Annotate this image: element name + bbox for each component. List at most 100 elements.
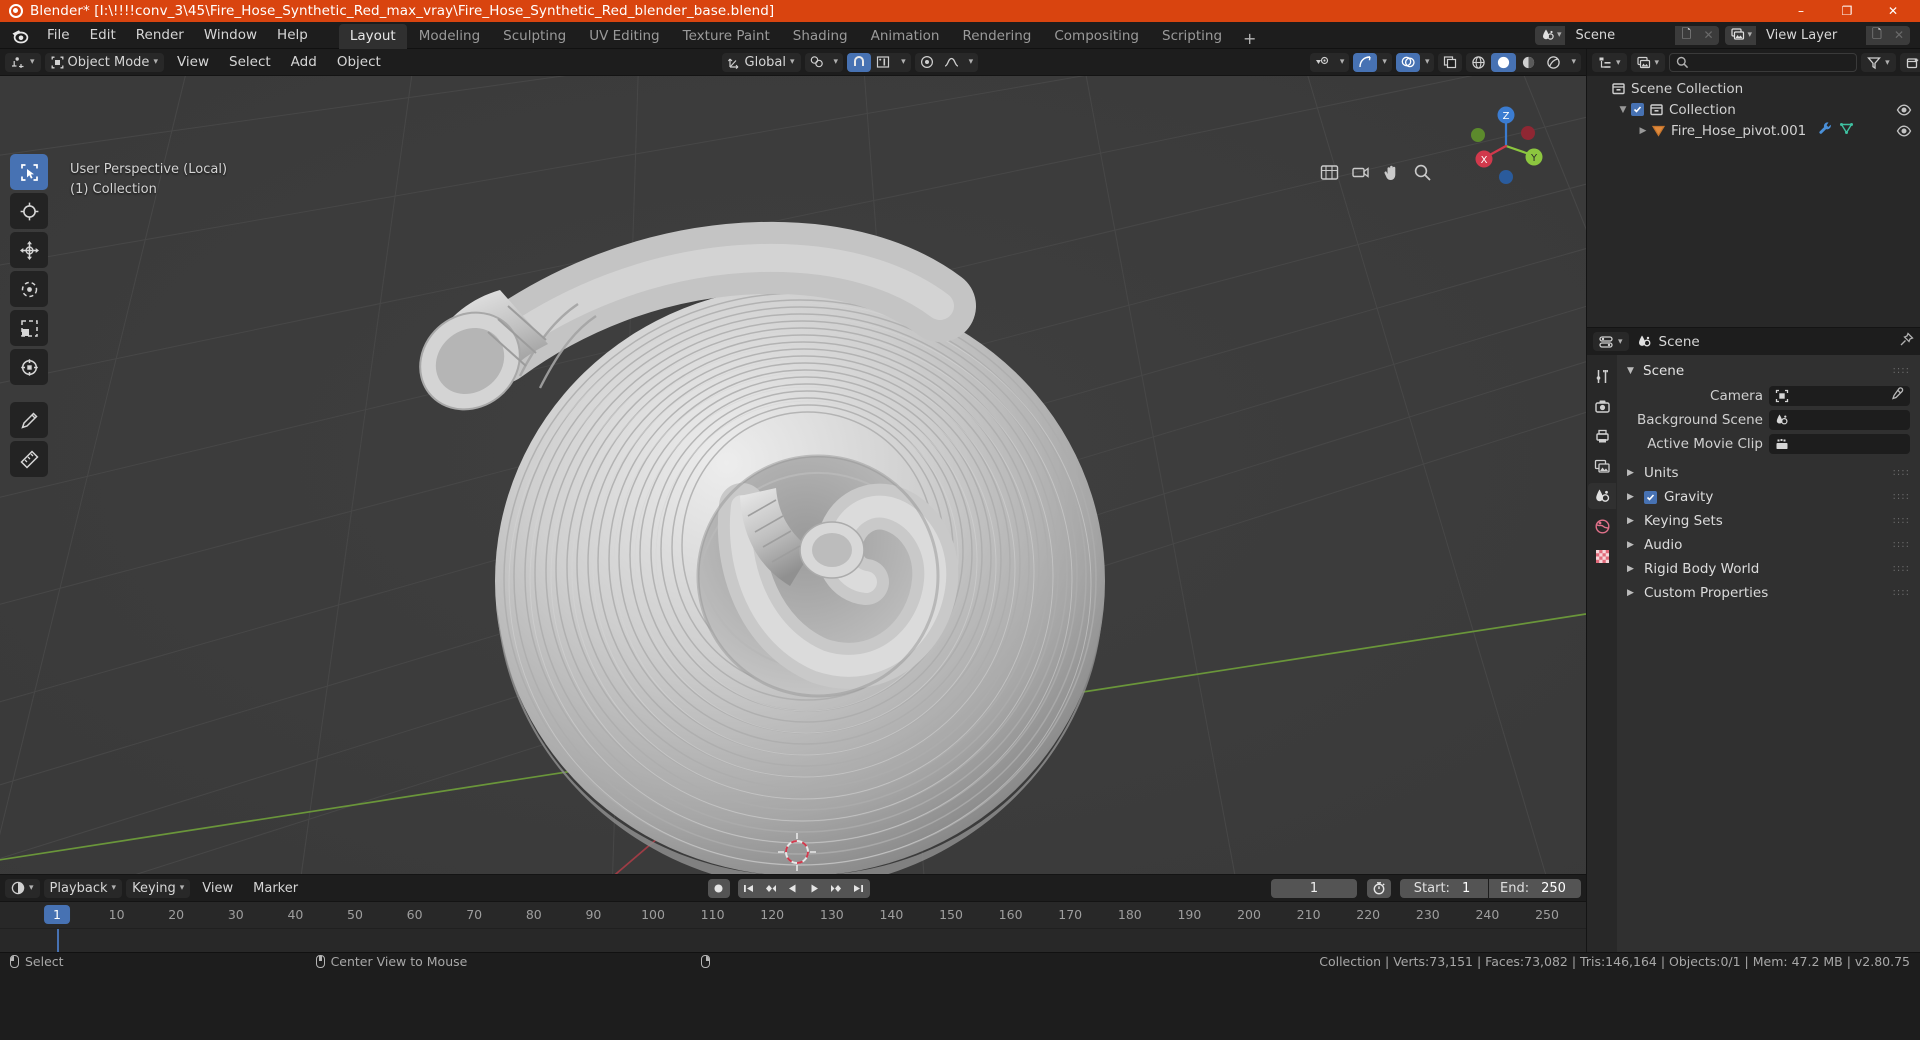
disclosure-triangle-icon[interactable]: ▶ bbox=[1635, 126, 1651, 136]
view-layer-selector[interactable]: ▾ View Layer 🗋 ✕ bbox=[1725, 25, 1910, 45]
pin-id-button[interactable] bbox=[1899, 332, 1914, 351]
tool-select-box[interactable] bbox=[10, 154, 48, 190]
workspace-tab-texture-paint[interactable]: Texture Paint bbox=[672, 24, 781, 49]
tab-tool[interactable] bbox=[1588, 363, 1616, 389]
outliner-exclude-checkbox[interactable] bbox=[1631, 103, 1644, 116]
overlays-icon[interactable] bbox=[1395, 52, 1420, 72]
menu-item-render[interactable]: Render bbox=[127, 24, 193, 46]
current-frame-field[interactable]: 1 bbox=[1271, 878, 1358, 898]
unlink-scene-button[interactable]: ✕ bbox=[1697, 25, 1720, 45]
outliner-row[interactable]: Scene Collection bbox=[1587, 78, 1920, 99]
camera-view-icon[interactable] bbox=[1348, 160, 1372, 184]
minimize-button[interactable]: – bbox=[1778, 0, 1824, 22]
remove-view-layer-button[interactable]: ✕ bbox=[1888, 25, 1910, 45]
chevron-down-icon[interactable]: ▾ bbox=[964, 53, 979, 72]
new-view-layer-button[interactable]: 🗋 bbox=[1866, 25, 1888, 45]
workspace-tab-layout[interactable]: Layout bbox=[338, 23, 407, 49]
timeline-track-area[interactable] bbox=[0, 928, 1586, 952]
timeline-editor-type-selector[interactable]: ▾ bbox=[5, 878, 40, 898]
new-scene-button[interactable]: 🗋 bbox=[1675, 25, 1698, 45]
view-layer-name-field[interactable]: View Layer bbox=[1756, 25, 1866, 45]
new-collection-button[interactable] bbox=[1899, 53, 1920, 72]
chevron-down-icon[interactable]: ▾ bbox=[1377, 53, 1392, 72]
tool-measure[interactable] bbox=[10, 441, 48, 477]
mesh-data-icon[interactable] bbox=[1839, 121, 1854, 140]
menu-item-file[interactable]: File bbox=[38, 24, 79, 46]
outliner-row[interactable]: ▼ Collection bbox=[1587, 99, 1920, 120]
property-section-units[interactable]: ▶ Units:::: bbox=[1617, 461, 1920, 485]
property-field-active-movie-clip[interactable] bbox=[1769, 434, 1910, 454]
auto-keying-icon[interactable] bbox=[1367, 878, 1392, 898]
workspace-tab-uv-editing[interactable]: UV Editing bbox=[578, 24, 670, 49]
solid-shading-icon[interactable] bbox=[1491, 52, 1517, 72]
tab-scene[interactable] bbox=[1588, 483, 1616, 509]
jump-to-prev-keyframe-button[interactable] bbox=[760, 879, 782, 898]
zoom-icon[interactable] bbox=[1317, 160, 1341, 184]
disclosure-triangle-icon[interactable]: ▼ bbox=[1615, 105, 1631, 115]
viewport-menu-view[interactable]: View bbox=[168, 51, 218, 73]
tool-cursor[interactable] bbox=[10, 193, 48, 229]
keying-menu[interactable]: Keying ▾ bbox=[126, 878, 191, 898]
section-enable-checkbox[interactable] bbox=[1644, 490, 1657, 504]
chevron-down-icon[interactable]: ▾ bbox=[1420, 53, 1435, 72]
properties-editor-type-selector[interactable]: ▾ bbox=[1593, 332, 1629, 351]
scene-selector[interactable]: ▾ Scene 🗋 ✕ bbox=[1534, 25, 1720, 45]
property-field-camera[interactable] bbox=[1769, 386, 1910, 406]
blender-logo-icon[interactable] bbox=[10, 25, 30, 45]
tool-transform[interactable] bbox=[10, 349, 48, 385]
workspace-tab-compositing[interactable]: Compositing bbox=[1043, 24, 1150, 49]
property-section-rigid-body-world[interactable]: ▶ Rigid Body World:::: bbox=[1617, 557, 1920, 581]
tab-render[interactable] bbox=[1588, 393, 1616, 419]
workspace-tab-rendering[interactable]: Rendering bbox=[951, 24, 1042, 49]
chevron-down-icon[interactable]: ▾ bbox=[829, 53, 844, 72]
visibility-eye-icon[interactable] bbox=[1896, 123, 1912, 139]
property-section-gravity[interactable]: ▶ Gravity:::: bbox=[1617, 485, 1920, 509]
gizmo-icon[interactable] bbox=[1353, 52, 1378, 72]
property-section-keying-sets[interactable]: ▶ Keying Sets:::: bbox=[1617, 509, 1920, 533]
jump-to-end-button[interactable] bbox=[848, 879, 870, 898]
end-frame-field[interactable]: End: 250 bbox=[1489, 878, 1582, 898]
close-button[interactable]: ✕ bbox=[1870, 0, 1916, 22]
pan-hand-icon[interactable] bbox=[1379, 160, 1403, 184]
editor-type-selector[interactable]: ▾ bbox=[5, 52, 41, 72]
chevron-down-icon[interactable]: ▾ bbox=[1566, 53, 1581, 72]
tool-annotate[interactable] bbox=[10, 402, 48, 438]
viewport-menu-add[interactable]: Add bbox=[282, 51, 326, 73]
jump-to-start-button[interactable] bbox=[738, 879, 760, 898]
tab-texture[interactable] bbox=[1588, 543, 1616, 569]
navigation-gizmo[interactable]: Z Y X bbox=[1464, 104, 1548, 188]
outliner-row[interactable]: ▶ Fire_Hose_pivot.001 bbox=[1587, 120, 1920, 141]
object-mode-selector[interactable]: Object Mode ▾ bbox=[44, 52, 164, 72]
tab-output[interactable] bbox=[1588, 423, 1616, 449]
playhead[interactable] bbox=[57, 929, 59, 952]
jump-to-next-keyframe-button[interactable] bbox=[826, 879, 848, 898]
eyedropper-icon[interactable] bbox=[1890, 387, 1904, 405]
transform-orientation-selector[interactable]: Global ▾ bbox=[721, 52, 801, 72]
property-section-custom-properties[interactable]: ▶ Custom Properties:::: bbox=[1617, 581, 1920, 605]
3d-viewport[interactable]: User Perspective (Local) (1) Collection bbox=[0, 76, 1586, 874]
workspace-tab-scripting[interactable]: Scripting bbox=[1151, 24, 1233, 49]
workspace-tab-sculpting[interactable]: Sculpting bbox=[492, 24, 577, 49]
workspace-tab-shading[interactable]: Shading bbox=[782, 24, 859, 49]
outliner-display-mode-selector[interactable]: ▾ bbox=[1630, 53, 1666, 72]
outliner-search-input[interactable] bbox=[1669, 53, 1858, 72]
workspace-tab-modeling[interactable]: Modeling bbox=[408, 24, 491, 49]
menu-item-window[interactable]: Window bbox=[195, 24, 266, 46]
scene-name-field[interactable]: Scene bbox=[1565, 25, 1676, 45]
play-button[interactable] bbox=[804, 879, 826, 898]
outliner-editor-type-selector[interactable]: ▾ bbox=[1592, 53, 1627, 72]
show-hide-icon[interactable] bbox=[1310, 53, 1335, 72]
zoom-magnifier-icon[interactable] bbox=[1410, 160, 1434, 184]
menu-item-edit[interactable]: Edit bbox=[81, 24, 125, 46]
timeline-ruler[interactable]: 1 10 20 30 40 50 60 70 80 90 100 110 120 130 140 150 160… bbox=[0, 901, 1586, 928]
tab-view-layer[interactable] bbox=[1588, 453, 1616, 479]
chevron-down-icon[interactable]: ▾ bbox=[1335, 53, 1350, 72]
add-workspace-button[interactable]: + bbox=[1234, 29, 1265, 49]
modifier-wrench-icon[interactable] bbox=[1818, 121, 1833, 140]
workspace-tab-animation[interactable]: Animation bbox=[860, 24, 951, 49]
play-reverse-button[interactable] bbox=[782, 879, 804, 898]
viewport-menu-select[interactable]: Select bbox=[220, 51, 280, 73]
property-field-background-scene[interactable] bbox=[1769, 410, 1910, 430]
outliner-filter-button[interactable]: ▾ bbox=[1861, 53, 1896, 72]
xray-toggle-icon[interactable] bbox=[1438, 53, 1462, 72]
